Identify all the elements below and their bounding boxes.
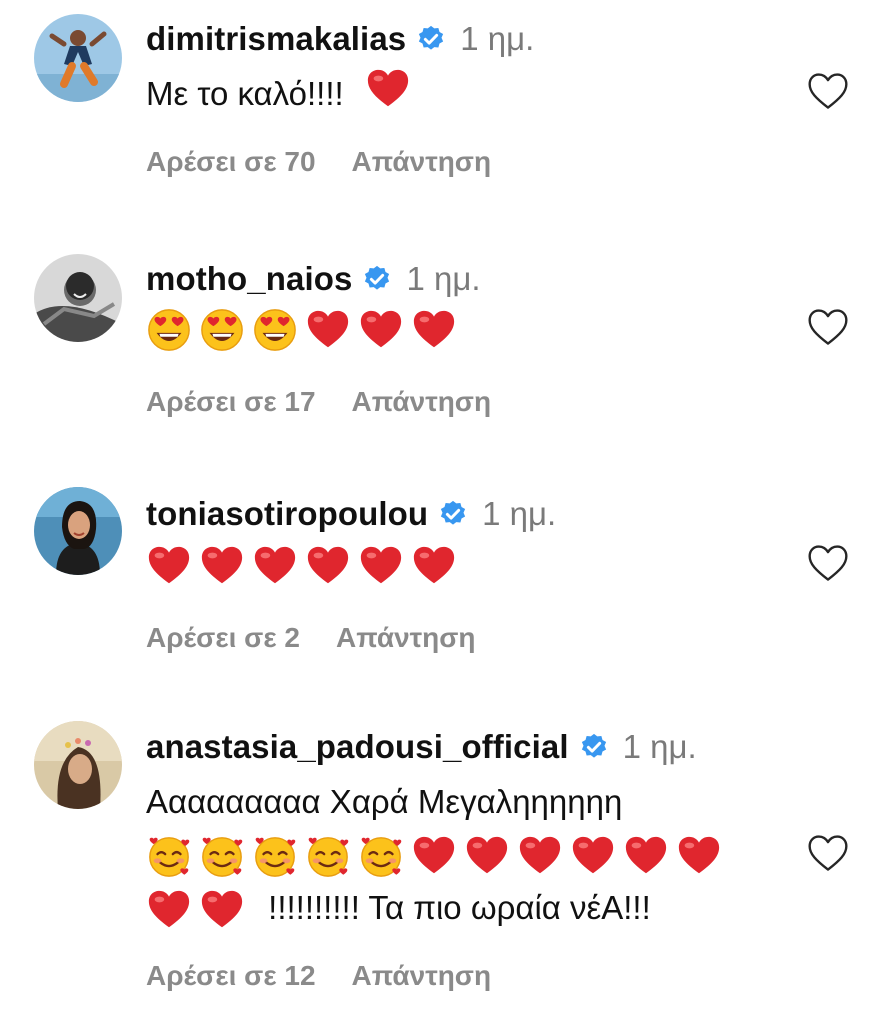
- heart-emoji: [623, 833, 669, 879]
- comment-meta: Αρέσει σε 17 Απάντηση: [146, 386, 491, 418]
- reply-button[interactable]: Απάντηση: [336, 622, 476, 654]
- emoji-group: [365, 66, 411, 127]
- verified-badge-icon: [362, 264, 392, 294]
- comment-meta: Αρέσει σε 2 Απάντηση: [146, 622, 476, 654]
- smiling-hearts-emoji: [358, 833, 404, 879]
- heart-emoji: [517, 833, 563, 879]
- avatar[interactable]: [34, 721, 122, 809]
- comment-body: !!!!!!!!!! Τα πιο ωραία νέΑ!!!: [268, 889, 651, 926]
- like-button[interactable]: [806, 70, 850, 114]
- comment-header: motho_naios 1 ημ.: [146, 260, 481, 298]
- smiling-hearts-emoji: [146, 833, 192, 879]
- avatar-image: [34, 14, 122, 102]
- heart-outline-icon: [808, 309, 848, 345]
- likes-count-link[interactable]: Αρέσει σε 12: [146, 960, 316, 992]
- heart-outline-icon: [808, 835, 848, 871]
- heart-eyes-emoji: [199, 307, 245, 353]
- avatar-image: [34, 487, 122, 575]
- emoji-group: [146, 543, 457, 589]
- heart-emoji: [252, 543, 298, 589]
- heart-outline-icon: [808, 73, 848, 109]
- heart-emoji: [305, 307, 351, 353]
- comment-body: Ααααααααα Χαρά Μεγαληηηηηη: [146, 783, 623, 820]
- reply-button[interactable]: Απάντηση: [352, 146, 492, 178]
- comment-text-line-1: Ααααααααα Χαρά Μεγαληηηηηη: [146, 776, 622, 828]
- likes-count-link[interactable]: Αρέσει σε 17: [146, 386, 316, 418]
- heart-outline-icon: [808, 545, 848, 581]
- username[interactable]: toniasotiropoulou: [146, 495, 428, 533]
- comment-header: anastasia_padousi_official 1 ημ.: [146, 728, 697, 766]
- comment-header: toniasotiropoulou 1 ημ.: [146, 495, 556, 533]
- heart-emoji: [358, 543, 404, 589]
- username[interactable]: motho_naios: [146, 260, 352, 298]
- username[interactable]: anastasia_padousi_official: [146, 728, 569, 766]
- avatar[interactable]: [34, 254, 122, 342]
- smiling-hearts-emoji: [199, 833, 245, 879]
- comment-time[interactable]: 1 ημ.: [406, 260, 480, 298]
- heart-emoji: [365, 66, 411, 112]
- heart-eyes-emoji: [146, 307, 192, 353]
- comment-text: [146, 538, 457, 590]
- heart-emoji: [411, 833, 457, 879]
- heart-eyes-emoji: [252, 307, 298, 353]
- heart-emoji: [199, 887, 245, 933]
- avatar[interactable]: [34, 14, 122, 102]
- comment-meta: Αρέσει σε 12 Απάντηση: [146, 960, 491, 992]
- username[interactable]: dimitrismakalias: [146, 20, 406, 58]
- comment-time[interactable]: 1 ημ.: [623, 728, 697, 766]
- comment-time[interactable]: 1 ημ.: [460, 20, 534, 58]
- heart-emoji: [676, 833, 722, 879]
- comment-body: Με το καλό!!!!: [146, 75, 344, 113]
- avatar-image: [34, 254, 122, 342]
- verified-badge-icon: [579, 732, 609, 762]
- likes-count-link[interactable]: Αρέσει σε 2: [146, 622, 300, 654]
- heart-emoji: [570, 833, 616, 879]
- like-button[interactable]: [806, 306, 850, 350]
- smiling-hearts-emoji: [305, 833, 351, 879]
- verified-badge-icon: [438, 499, 468, 529]
- comment-time[interactable]: 1 ημ.: [482, 495, 556, 533]
- heart-emoji: [146, 543, 192, 589]
- like-button[interactable]: [806, 542, 850, 586]
- avatar[interactable]: [34, 487, 122, 575]
- like-button[interactable]: [806, 832, 850, 876]
- heart-emoji: [411, 307, 457, 353]
- reply-button[interactable]: Απάντηση: [352, 960, 492, 992]
- likes-count-link[interactable]: Αρέσει σε 70: [146, 146, 316, 178]
- smiling-hearts-emoji: [252, 833, 298, 879]
- comment-text-line-2: [146, 828, 722, 880]
- heart-emoji: [464, 833, 510, 879]
- heart-emoji: [358, 307, 404, 353]
- comment-meta: Αρέσει σε 70 Απάντηση: [146, 146, 491, 178]
- reply-button[interactable]: Απάντηση: [352, 386, 492, 418]
- emoji-group: [146, 887, 245, 933]
- verified-badge-icon: [416, 24, 446, 54]
- comment-text: Με το καλό!!!!: [146, 66, 411, 127]
- heart-emoji: [305, 543, 351, 589]
- comment-text-line-3: !!!!!!!!!! Τα πιο ωραία νέΑ!!!: [146, 882, 651, 934]
- avatar-image: [34, 721, 122, 809]
- heart-emoji: [411, 543, 457, 589]
- emoji-group: [146, 833, 722, 879]
- emoji-group: [146, 307, 457, 353]
- heart-emoji: [146, 887, 192, 933]
- heart-emoji: [199, 543, 245, 589]
- comment-header: dimitrismakalias 1 ημ.: [146, 20, 534, 58]
- comment-text: [146, 302, 457, 354]
